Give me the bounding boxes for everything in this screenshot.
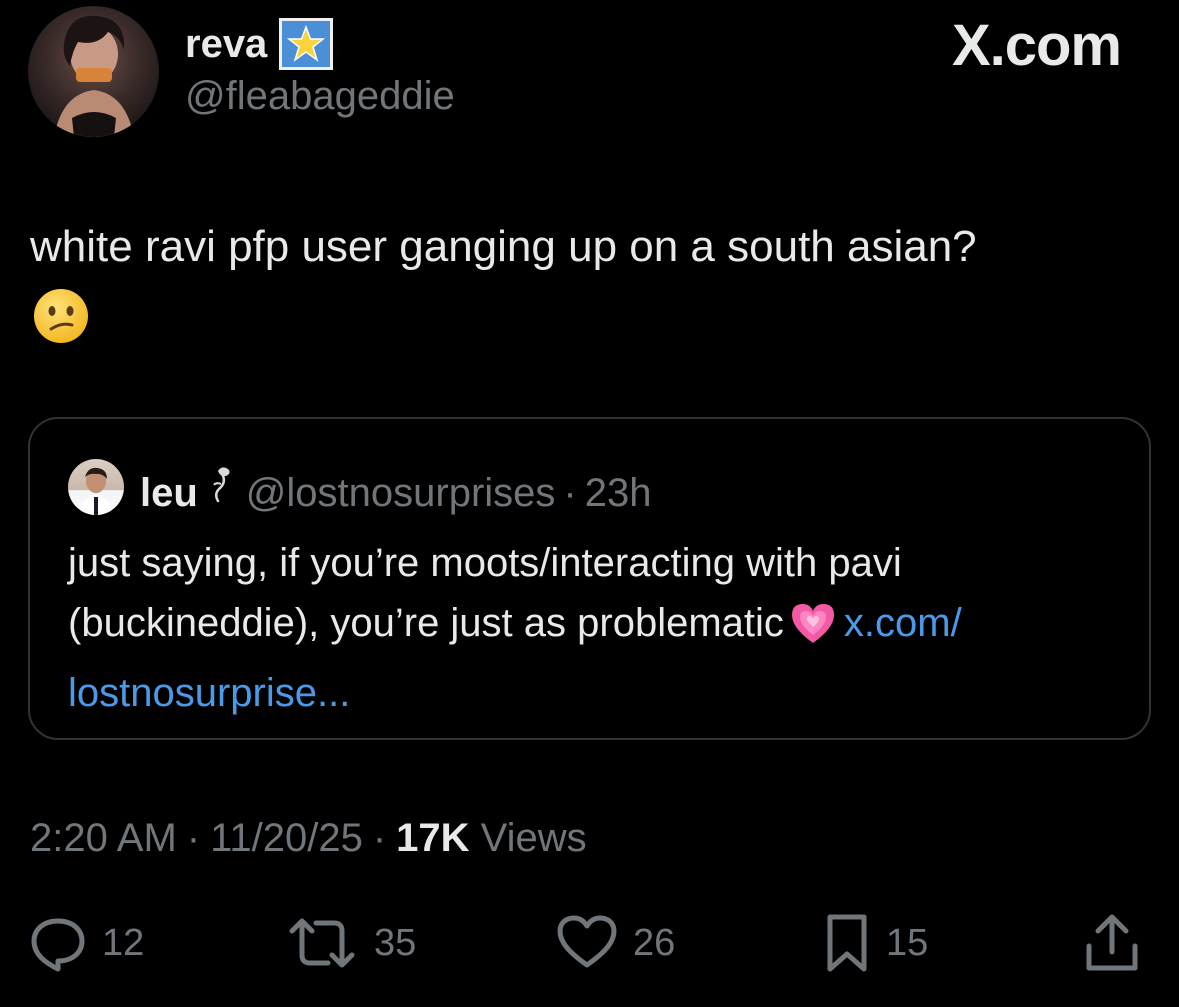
separator-dot: · (372, 816, 387, 860)
rose-icon (206, 463, 238, 522)
reply-count: 12 (102, 921, 145, 964)
share-icon (1086, 914, 1138, 971)
quoted-author-name[interactable]: leu (140, 470, 198, 516)
tweet-date[interactable]: 11/20/25 (210, 812, 363, 864)
tweet-time[interactable]: 2:20 AM (30, 812, 177, 864)
author-display-name-row[interactable]: reva (185, 18, 334, 70)
separator-dot: · (563, 470, 577, 515)
quoted-tweet-header: leu @lostnosurprises · 23h (140, 463, 651, 522)
author-avatar[interactable] (28, 6, 159, 137)
repost-button[interactable]: 35 (284, 908, 416, 978)
quoted-tweet-body: just saying, if you’re moots/interacting… (68, 541, 902, 645)
growing-heart-emoji-icon (788, 600, 838, 663)
author-handle[interactable]: @fleabageddie (185, 72, 455, 120)
author-display-name[interactable]: reva (185, 20, 267, 68)
views-count[interactable]: 17K (396, 816, 469, 860)
views-label: Views (480, 816, 587, 860)
repost-icon (289, 918, 355, 968)
bookmark-count: 15 (886, 921, 929, 964)
star-badge-icon (279, 18, 334, 70)
like-button[interactable]: 26 (555, 908, 675, 978)
tweet-actions: 12 35 26 15 (0, 908, 1179, 978)
share-button[interactable] (1083, 908, 1141, 978)
x-com-brand: X.com (951, 13, 1122, 78)
bookmark-button[interactable]: 15 (822, 908, 928, 978)
quoted-tweet-time[interactable]: 23h (585, 470, 652, 516)
separator-dot: · (186, 816, 201, 860)
quoted-author-handle[interactable]: @lostnosurprises (246, 470, 556, 516)
quoted-tweet-text: just saying, if you’re moots/interacting… (68, 533, 1128, 723)
tweet-text: white ravi pfp user ganging up on a sout… (30, 222, 977, 271)
heart-icon (557, 915, 617, 968)
quoted-tweet-card[interactable]: leu @lostnosurprises · 23h just saying, … (28, 417, 1151, 740)
confused-face-emoji-icon (32, 287, 90, 350)
reply-button[interactable]: 12 (28, 908, 144, 978)
reply-icon (31, 918, 85, 972)
like-count: 26 (633, 921, 676, 964)
quoted-author-avatar[interactable] (68, 459, 124, 515)
tweet-meta: 2:20 AM · 11/20/25 · 17K Views (30, 812, 587, 864)
repost-count: 35 (374, 921, 417, 964)
tweet-screenshot: reva @fleabageddie X.com white ravi pfp … (0, 0, 1179, 1007)
bookmark-icon (827, 914, 867, 972)
